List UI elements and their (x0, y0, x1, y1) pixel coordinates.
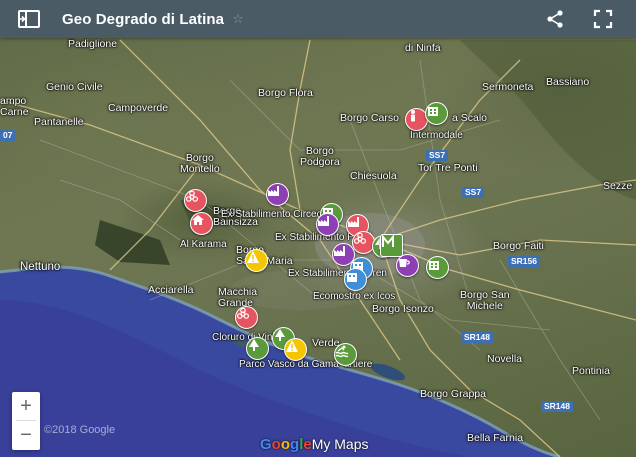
map-copyright: ©2018 Google (44, 424, 116, 436)
road-shield-sr148: SR148 (541, 401, 573, 412)
place-pontinia: Pontinia (572, 365, 610, 377)
marker-latina-east-building[interactable] (426, 256, 449, 279)
marker-pozzi-factory-2[interactable] (316, 213, 339, 236)
building-icon (347, 273, 357, 282)
building-icon (428, 107, 438, 116)
place-genio-civile: Genio Civile (46, 81, 103, 93)
house-icon (192, 215, 204, 225)
factory-icon (348, 217, 359, 227)
place-borgo-isonzo: Borgo Isonzo (372, 303, 434, 315)
place-tor-tre-ponti: Tor Tre Ponti (418, 162, 478, 174)
factory-icon (318, 216, 329, 226)
marker-bainsizza-biohazard[interactable] (184, 189, 207, 212)
marker-cloruro-biohazard[interactable] (235, 306, 258, 329)
marker-latina-coffee[interactable] (396, 254, 419, 277)
place-campoverde: Campoverde (108, 102, 169, 114)
place-bella-farnia: Bella Farnia (467, 432, 524, 444)
marker-parco-tree[interactable] (246, 337, 269, 360)
swim-icon (335, 345, 349, 358)
place-ninfa: di Ninfa (405, 42, 441, 54)
cup-icon (399, 259, 410, 267)
map-canvas[interactable]: Padiglione di Ninfa Genio Civile ampo Ca… (0, 0, 636, 457)
factory-icon (334, 246, 345, 256)
road-shield-sr156: SR156 (508, 256, 540, 267)
marker-parco-warning[interactable] (284, 338, 307, 361)
marker-santa-maria-warning[interactable] (245, 249, 268, 272)
factory-icon (268, 186, 279, 196)
sidebar-toggle-icon[interactable] (16, 7, 42, 31)
road-shield-ss7: SS7 (462, 187, 485, 198)
marker-latina-m[interactable] (380, 234, 403, 257)
place-padiglione: Padiglione (68, 38, 118, 50)
person-icon (411, 110, 415, 122)
poi-label-parco-vasco: Parco Vasco da Gama (239, 359, 339, 370)
star-icon[interactable]: ☆ (232, 11, 244, 27)
tree-icon (249, 339, 259, 351)
place-sermoneta: Sermoneta (482, 81, 534, 93)
biohazard-icon (353, 232, 367, 244)
zoom-out-button[interactable]: − (12, 421, 40, 449)
place-chiesuola: Chiesuola (350, 170, 397, 182)
place-borgo-san-michele: Borgo San Michele (460, 289, 510, 312)
warning-icon (247, 251, 259, 263)
m-icon (382, 235, 394, 247)
place-bassiano: Bassiano (546, 76, 590, 88)
fullscreen-icon[interactable] (592, 8, 614, 30)
share-icon[interactable] (544, 8, 566, 30)
marker-scalo-building[interactable] (425, 102, 448, 125)
place-borgo-grappa: Borgo Grappa (420, 388, 486, 400)
poi-label-intermodale: Intermodale (410, 130, 463, 141)
marker-circeo-factory[interactable] (266, 183, 289, 206)
place-borgo-montello: Borgo Montello (180, 152, 220, 175)
road-shield-ss7: 07 (0, 130, 16, 141)
place-borgo-flora: Borgo Flora (258, 87, 313, 99)
biohazard-icon (185, 190, 199, 202)
poi-label-ex-stabilimento-circeo: Ex Stabilimento Circeo (221, 209, 323, 220)
place-scalo: a Scalo (452, 112, 488, 124)
marker-al-karama-house[interactable] (190, 212, 213, 235)
zoom-control: + − (12, 392, 40, 450)
place-acciarella: Acciarella (148, 284, 194, 296)
place-nettuno: Nettuno (20, 261, 61, 273)
poi-label-ecomostro: Ecomostro ex Icos (313, 291, 396, 302)
building-icon (429, 261, 439, 270)
place-carne: Carne (0, 106, 29, 118)
place-sezze: Sezze (603, 180, 633, 192)
marker-latina-blue-2[interactable] (344, 268, 367, 291)
marker-artiere-pool[interactable] (334, 343, 357, 366)
google-my-maps-logo[interactable]: GoogleMy Maps (260, 436, 369, 453)
place-borgo-podgora: Borgo Podgora (300, 145, 340, 168)
place-borgo-carso: Borgo Carso (340, 112, 399, 124)
road-shield-ss7: SS7 (426, 150, 449, 161)
biohazard-icon (236, 307, 250, 319)
warning-icon (286, 340, 298, 352)
place-macchia-grande: Macchia Grande (218, 286, 258, 309)
place-novella: Novella (487, 353, 523, 365)
poi-label-al-karama: Al Karama (180, 239, 227, 250)
place-borgo-faiti: Borgo Faiti (493, 240, 544, 252)
top-bar: Geo Degrado di Latina ☆ (0, 0, 636, 38)
map-title: Geo Degrado di Latina (62, 10, 225, 28)
road-shield-sr148: SR148 (461, 332, 493, 343)
zoom-in-button[interactable]: + (12, 392, 40, 420)
place-pantanelle: Pantanelle (34, 116, 84, 128)
